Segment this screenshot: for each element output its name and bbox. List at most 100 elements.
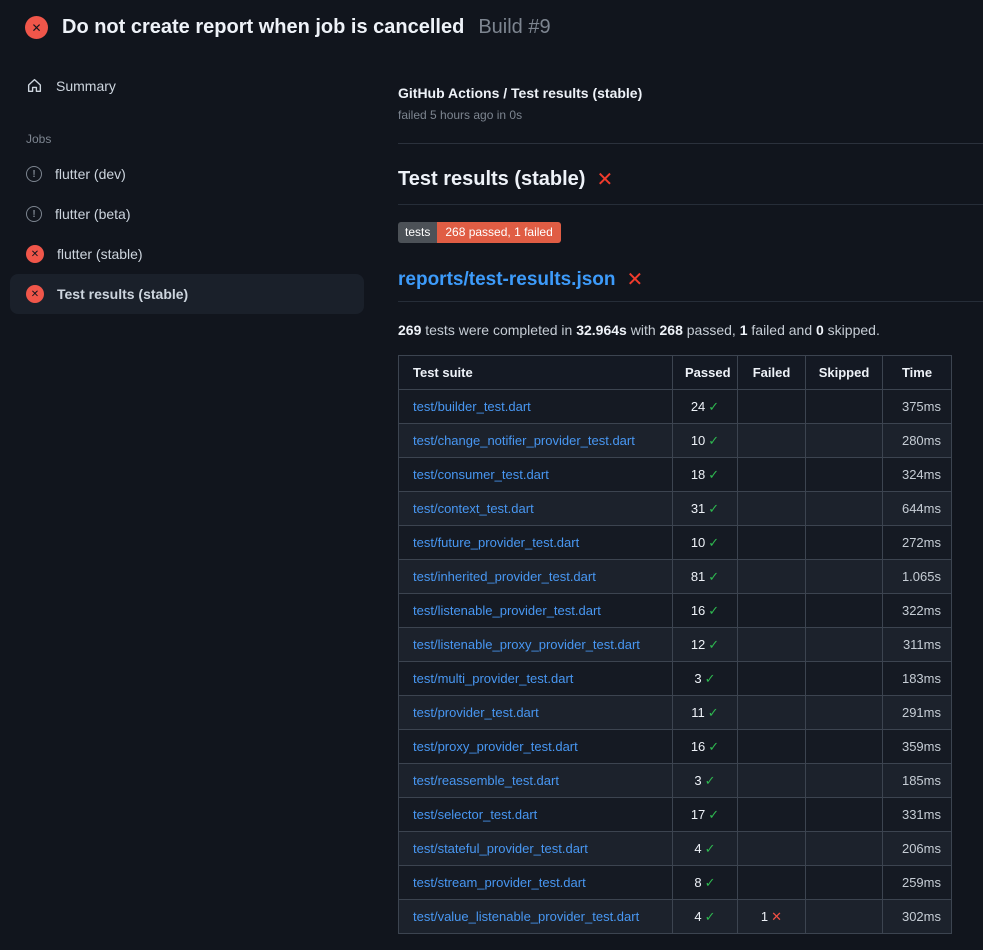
check-run-title: Test results (stable) ✕ xyxy=(398,168,983,205)
passed-value: 81 xyxy=(691,569,705,584)
sidebar-job-label: flutter (beta) xyxy=(55,206,130,222)
passed-value: 3 xyxy=(694,671,701,686)
column-header-failed: Failed xyxy=(738,356,806,390)
table-row: test/listenable_proxy_provider_test.dart… xyxy=(399,628,952,662)
time-value: 280ms xyxy=(883,424,952,458)
table-row: test/consumer_test.dart 18✓ 324ms xyxy=(399,458,952,492)
build-number: Build #9 xyxy=(478,16,550,39)
skipped-value xyxy=(806,798,883,832)
skipped-value xyxy=(806,458,883,492)
table-row: test/inherited_provider_test.dart 81✓ 1.… xyxy=(399,560,952,594)
duration: 32.964s xyxy=(576,322,627,338)
sidebar: Summary Jobs ! flutter (dev) ! flutter (… xyxy=(0,52,374,314)
suite-link[interactable]: test/consumer_test.dart xyxy=(413,467,549,482)
sidebar-job-label: Test results (stable) xyxy=(57,286,188,302)
page-header: ✕ Do not create report when job is cance… xyxy=(0,0,983,52)
suite-link[interactable]: test/stateful_provider_test.dart xyxy=(413,841,588,856)
time-value: 1.065s xyxy=(883,560,952,594)
sidebar-job-item[interactable]: ✕ flutter (stable) xyxy=(10,234,364,274)
passed-value: 31 xyxy=(691,501,705,516)
suite-link[interactable]: test/value_listenable_provider_test.dart xyxy=(413,909,639,924)
jobs-section-label: Jobs xyxy=(26,132,374,146)
check-icon: ✓ xyxy=(708,501,719,516)
table-row: test/value_listenable_provider_test.dart… xyxy=(399,900,952,934)
check-icon: ✓ xyxy=(708,535,719,550)
table-body: test/builder_test.dart 24✓ 375ms test/ch… xyxy=(399,390,952,934)
test-summary-sentence: 269 tests were completed in 32.964s with… xyxy=(398,322,983,338)
failed-icon: ✕ xyxy=(26,285,44,303)
sidebar-job-item[interactable]: ! flutter (dev) xyxy=(10,154,364,194)
check-icon: ✓ xyxy=(708,399,719,414)
time-value: 359ms xyxy=(883,730,952,764)
suite-link[interactable]: test/inherited_provider_test.dart xyxy=(413,569,596,584)
table-row: test/builder_test.dart 24✓ 375ms xyxy=(399,390,952,424)
suite-link[interactable]: test/change_notifier_provider_test.dart xyxy=(413,433,635,448)
column-header-skipped: Skipped xyxy=(806,356,883,390)
skipped-value xyxy=(806,526,883,560)
time-value: 331ms xyxy=(883,798,952,832)
skipped-value xyxy=(806,628,883,662)
passed-count: 268 xyxy=(660,322,683,338)
failed-count: 1 xyxy=(740,322,748,338)
passed-value: 4 xyxy=(694,909,701,924)
skipped-value xyxy=(806,424,883,458)
divider xyxy=(398,143,983,144)
run-status-text: failed 5 hours ago in 0s xyxy=(398,108,983,122)
suite-link[interactable]: test/builder_test.dart xyxy=(413,399,531,414)
skipped-value xyxy=(806,662,883,696)
sidebar-jobs: ! flutter (dev) ! flutter (beta) ✕ flutt… xyxy=(0,154,374,314)
table-row: test/future_provider_test.dart 10✓ 272ms xyxy=(399,526,952,560)
report-file-heading: reports/test-results.json ✕ xyxy=(398,269,983,302)
passed-value: 16 xyxy=(691,603,705,618)
check-icon: ✓ xyxy=(705,841,716,856)
table-row: test/context_test.dart 31✓ 644ms xyxy=(399,492,952,526)
report-file-link[interactable]: reports/test-results.json xyxy=(398,269,616,291)
check-icon: ✓ xyxy=(705,773,716,788)
skipped-count: 0 xyxy=(816,322,824,338)
check-icon: ✓ xyxy=(705,909,716,924)
suite-link[interactable]: test/multi_provider_test.dart xyxy=(413,671,573,686)
skipped-value xyxy=(806,594,883,628)
passed-value: 10 xyxy=(691,535,705,550)
failed-x-icon: ✕ xyxy=(627,270,644,290)
suite-link[interactable]: test/future_provider_test.dart xyxy=(413,535,579,550)
passed-value: 18 xyxy=(691,467,705,482)
check-icon: ✓ xyxy=(708,705,719,720)
tests-badge: tests 268 passed, 1 failed xyxy=(398,222,561,243)
suite-link[interactable]: test/reassemble_test.dart xyxy=(413,773,559,788)
table-row: test/listenable_provider_test.dart 16✓ 3… xyxy=(399,594,952,628)
suite-link[interactable]: test/listenable_proxy_provider_test.dart xyxy=(413,637,640,652)
table-row: test/selector_test.dart 17✓ 331ms xyxy=(399,798,952,832)
check-icon: ✓ xyxy=(705,875,716,890)
column-header-test-suite: Test suite xyxy=(399,356,673,390)
badge-label: tests xyxy=(398,222,437,243)
failed-x-icon: ✕ xyxy=(596,170,613,190)
time-value: 259ms xyxy=(883,866,952,900)
sidebar-item-label: Summary xyxy=(56,78,116,94)
check-icon: ✓ xyxy=(708,569,719,584)
table-header-row: Test suite Passed Failed Skipped Time xyxy=(399,356,952,390)
suite-link[interactable]: test/listenable_provider_test.dart xyxy=(413,603,601,618)
total-count: 269 xyxy=(398,322,421,338)
suite-link[interactable]: test/stream_provider_test.dart xyxy=(413,875,586,890)
failed-icon: ✕ xyxy=(25,16,48,39)
passed-value: 3 xyxy=(694,773,701,788)
suite-link[interactable]: test/selector_test.dart xyxy=(413,807,537,822)
check-icon: ✓ xyxy=(708,433,719,448)
check-icon: ✓ xyxy=(705,671,716,686)
skipped-value xyxy=(806,560,883,594)
skipped-value xyxy=(806,390,883,424)
sidebar-item-summary[interactable]: Summary xyxy=(10,68,364,103)
suite-link[interactable]: test/provider_test.dart xyxy=(413,705,539,720)
time-value: 206ms xyxy=(883,832,952,866)
time-value: 183ms xyxy=(883,662,952,696)
passed-value: 12 xyxy=(691,637,705,652)
sidebar-job-item[interactable]: ! flutter (beta) xyxy=(10,194,364,234)
column-header-time: Time xyxy=(883,356,952,390)
suite-link[interactable]: test/context_test.dart xyxy=(413,501,534,516)
sidebar-job-item[interactable]: ✕ Test results (stable) xyxy=(10,274,364,314)
check-icon: ✓ xyxy=(708,467,719,482)
suite-link[interactable]: test/proxy_provider_test.dart xyxy=(413,739,578,754)
time-value: 644ms xyxy=(883,492,952,526)
time-value: 375ms xyxy=(883,390,952,424)
